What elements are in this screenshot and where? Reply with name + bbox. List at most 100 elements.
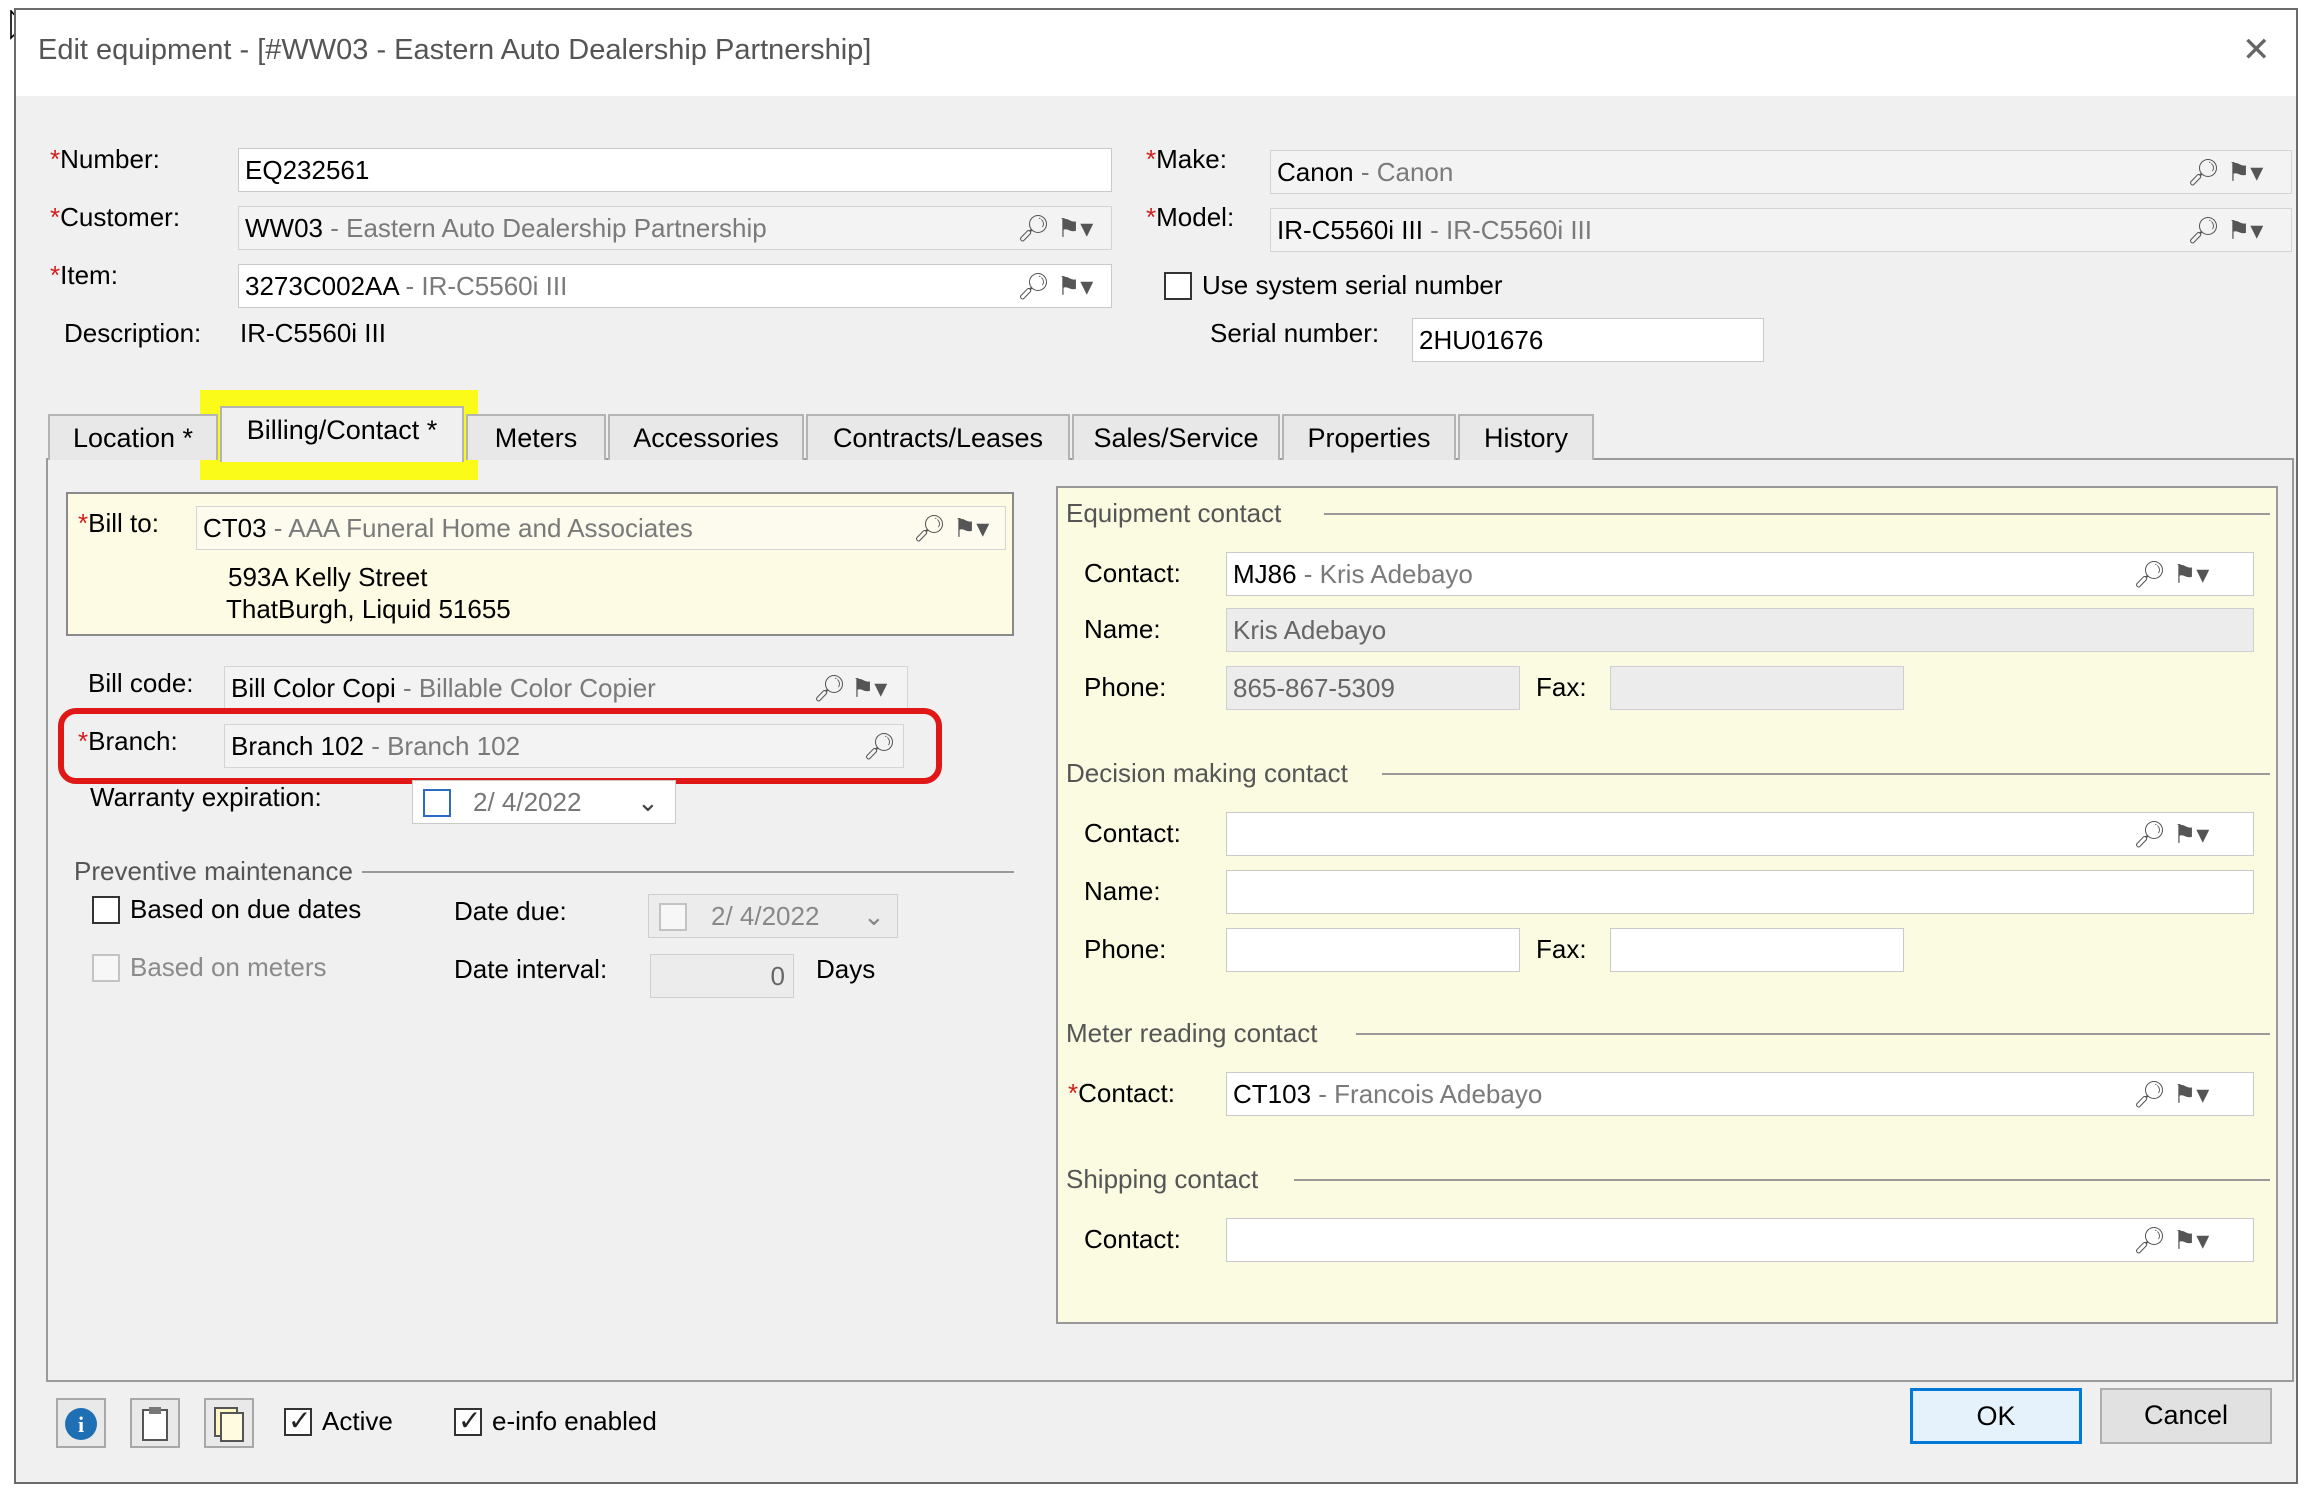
- equipment-phone-label: Phone:: [1084, 672, 1167, 702]
- number-label: *Number:: [50, 144, 160, 174]
- chevron-down-icon[interactable]: ⌄: [863, 895, 885, 937]
- based-on-due-dates-label: Based on due dates: [130, 894, 362, 924]
- equipment-fax-label: Fax:: [1536, 672, 1587, 702]
- bill-to-lookup[interactable]: CT03 - AAA Funeral Home and Associates 🔎…: [196, 506, 1006, 550]
- date-due-field[interactable]: 2/ 4/2022 ⌄: [648, 894, 898, 938]
- flag-dropdown-icon[interactable]: ⚑▾: [2173, 559, 2209, 589]
- chevron-down-icon[interactable]: ⌄: [637, 781, 659, 823]
- date-due-checkbox[interactable]: [659, 903, 687, 931]
- flag-dropdown-icon[interactable]: ⚑▾: [1057, 271, 1093, 301]
- flag-dropdown-icon[interactable]: ⚑▾: [2173, 1225, 2209, 1255]
- item-lookup[interactable]: 3273C002AA - IR-C5560i III 🔎︎ ⚑▾: [238, 264, 1112, 308]
- documents-icon: [214, 1407, 244, 1442]
- serial-number-field[interactable]: 2HU01676: [1412, 318, 1764, 362]
- based-on-meters-label: Based on meters: [130, 952, 327, 982]
- close-icon[interactable]: ✕: [2242, 30, 2271, 70]
- warranty-checkbox[interactable]: [423, 789, 451, 817]
- equipment-name-field[interactable]: Kris Adebayo: [1226, 608, 2254, 652]
- equipment-contact-label: Contact:: [1084, 558, 1181, 588]
- date-due-label: Date due:: [454, 896, 567, 926]
- tab-contracts-leases[interactable]: Contracts/Leases: [806, 414, 1070, 460]
- window-title: Edit equipment - [#WW03 - Eastern Auto D…: [38, 34, 872, 66]
- flag-dropdown-icon[interactable]: ⚑▾: [2227, 215, 2263, 245]
- flag-dropdown-icon[interactable]: ⚑▾: [2227, 157, 2263, 187]
- decision-name-label: Name:: [1084, 876, 1161, 906]
- equipment-phone-field[interactable]: 865-867-5309: [1226, 666, 1520, 710]
- svg-text:i: i: [78, 1412, 84, 1437]
- search-icon[interactable]: 🔎︎: [913, 513, 946, 543]
- search-icon[interactable]: 🔎︎: [2187, 215, 2220, 245]
- einfo-enabled-label: e-info enabled: [492, 1406, 657, 1436]
- decision-contact-divider: [1382, 773, 2270, 775]
- tab-location[interactable]: Location *: [48, 414, 218, 460]
- description-label: Description:: [64, 318, 202, 348]
- active-checkbox[interactable]: [284, 1404, 312, 1437]
- bill-to-label: *Bill to:: [78, 508, 159, 538]
- flag-dropdown-icon[interactable]: ⚑▾: [953, 513, 989, 543]
- decision-fax-label: Fax:: [1536, 934, 1587, 964]
- number-field[interactable]: EQ232561: [238, 148, 1112, 192]
- search-icon[interactable]: 🔎︎: [863, 731, 896, 761]
- documents-button[interactable]: [204, 1398, 254, 1448]
- person-search-icon[interactable]: 🔎︎: [2133, 819, 2166, 849]
- search-icon[interactable]: 🔎︎: [1017, 213, 1050, 243]
- shipping-contact-lookup[interactable]: 🔎︎ ⚑▾: [1226, 1218, 2254, 1262]
- based-on-due-dates-checkbox[interactable]: [92, 896, 120, 924]
- flag-dropdown-icon[interactable]: ⚑▾: [2173, 1079, 2209, 1109]
- use-system-serial-checkbox[interactable]: [1164, 272, 1192, 300]
- edit-equipment-dialog: Edit equipment - [#WW03 - Eastern Auto D…: [14, 8, 2298, 1484]
- tab-sales-service[interactable]: Sales/Service: [1072, 414, 1280, 460]
- person-search-icon[interactable]: 🔎︎: [2133, 559, 2166, 589]
- tab-properties[interactable]: Properties: [1282, 414, 1456, 460]
- search-icon[interactable]: 🔎︎: [813, 673, 846, 703]
- tab-history[interactable]: History: [1458, 414, 1594, 460]
- equipment-contact-lookup[interactable]: MJ86 - Kris Adebayo 🔎︎ ⚑▾: [1226, 552, 2254, 596]
- item-label: *Item:: [50, 260, 118, 290]
- pm-section-title: Preventive maintenance: [74, 856, 353, 886]
- equipment-contact-title: Equipment contact: [1066, 498, 1282, 528]
- equipment-fax-field[interactable]: [1610, 666, 1904, 710]
- meter-contact-lookup[interactable]: CT103 - Francois Adebayo 🔎︎ ⚑▾: [1226, 1072, 2254, 1116]
- shipping-contact-title: Shipping contact: [1066, 1164, 1259, 1194]
- customer-lookup[interactable]: WW03 - Eastern Auto Dealership Partnersh…: [238, 206, 1112, 250]
- cancel-button[interactable]: Cancel: [2100, 1388, 2272, 1444]
- tab-accessories[interactable]: Accessories: [608, 414, 804, 460]
- ok-button[interactable]: OK: [1910, 1388, 2082, 1444]
- bill-code-label: Bill code:: [88, 668, 194, 698]
- info-button[interactable]: i: [56, 1398, 106, 1448]
- tab-billing-contact[interactable]: Billing/Contact *: [220, 406, 464, 462]
- meter-contact-title: Meter reading contact: [1066, 1018, 1318, 1048]
- decision-phone-field[interactable]: [1226, 928, 1520, 972]
- meter-contact-label: *Contact:: [1068, 1078, 1175, 1108]
- decision-contact-title: Decision making contact: [1066, 758, 1348, 788]
- person-search-icon[interactable]: 🔎︎: [2133, 1225, 2166, 1255]
- warranty-expiration-date[interactable]: 2/ 4/2022 ⌄: [412, 780, 676, 824]
- decision-contact-label: Contact:: [1084, 818, 1181, 848]
- decision-fax-field[interactable]: [1610, 928, 1904, 972]
- search-icon[interactable]: 🔎︎: [2187, 157, 2220, 187]
- flag-dropdown-icon[interactable]: ⚑▾: [851, 673, 887, 703]
- decision-name-field[interactable]: [1226, 870, 2254, 914]
- search-icon[interactable]: 🔎︎: [1017, 271, 1050, 301]
- meter-contact-divider: [1356, 1033, 2270, 1035]
- date-interval-unit: Days: [816, 954, 876, 984]
- bill-code-lookup[interactable]: Bill Color Copi - Billable Color Copier …: [224, 666, 908, 710]
- person-search-icon[interactable]: 🔎︎: [2133, 1079, 2166, 1109]
- description-value: IR-C5560i III: [240, 318, 386, 348]
- shipping-contact-divider: [1294, 1179, 2270, 1181]
- date-interval-field[interactable]: 0: [650, 954, 794, 998]
- flag-dropdown-icon[interactable]: ⚑▾: [2173, 819, 2209, 849]
- make-lookup[interactable]: Canon - Canon 🔎︎ ⚑▾: [1270, 150, 2292, 194]
- info-icon: i: [65, 1408, 97, 1440]
- decision-phone-label: Phone:: [1084, 934, 1167, 964]
- tab-meters[interactable]: Meters: [466, 414, 606, 460]
- einfo-enabled-checkbox[interactable]: [454, 1404, 482, 1437]
- bill-to-address-line1: 593A Kelly Street: [228, 562, 428, 592]
- title-bar: Edit equipment - [#WW03 - Eastern Auto D…: [16, 10, 2296, 96]
- model-lookup[interactable]: IR-C5560i III - IR-C5560i III 🔎︎ ⚑▾: [1270, 208, 2292, 252]
- decision-contact-lookup[interactable]: 🔎︎ ⚑▾: [1226, 812, 2254, 856]
- notes-button[interactable]: [130, 1398, 180, 1448]
- branch-lookup[interactable]: Branch 102 - Branch 102 🔎︎: [224, 724, 904, 768]
- flag-dropdown-icon[interactable]: ⚑▾: [1057, 213, 1093, 243]
- based-on-meters-checkbox[interactable]: [92, 954, 120, 982]
